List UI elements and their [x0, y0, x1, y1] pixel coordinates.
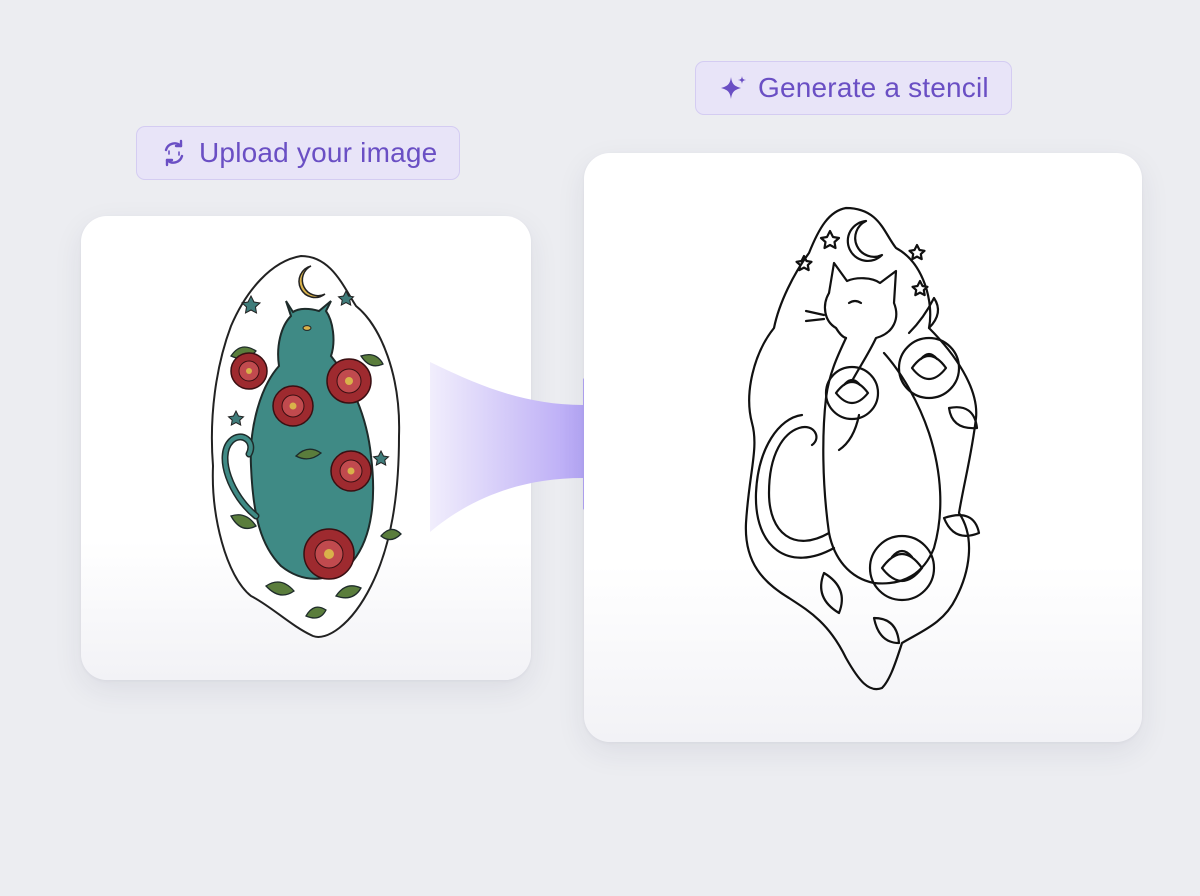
upload-image-label: Upload your image — [199, 137, 438, 168]
stencil-image-card — [584, 153, 1142, 742]
upload-image-button[interactable]: Upload your image — [136, 126, 461, 180]
generate-stencil-label: Generate a stencil — [758, 72, 989, 103]
line-stencil-cat-illustration — [744, 206, 981, 691]
sparkle-icon — [718, 73, 748, 103]
generate-stencil-button[interactable]: Generate a stencil — [695, 61, 1012, 115]
refresh-arrows-icon — [159, 138, 189, 168]
